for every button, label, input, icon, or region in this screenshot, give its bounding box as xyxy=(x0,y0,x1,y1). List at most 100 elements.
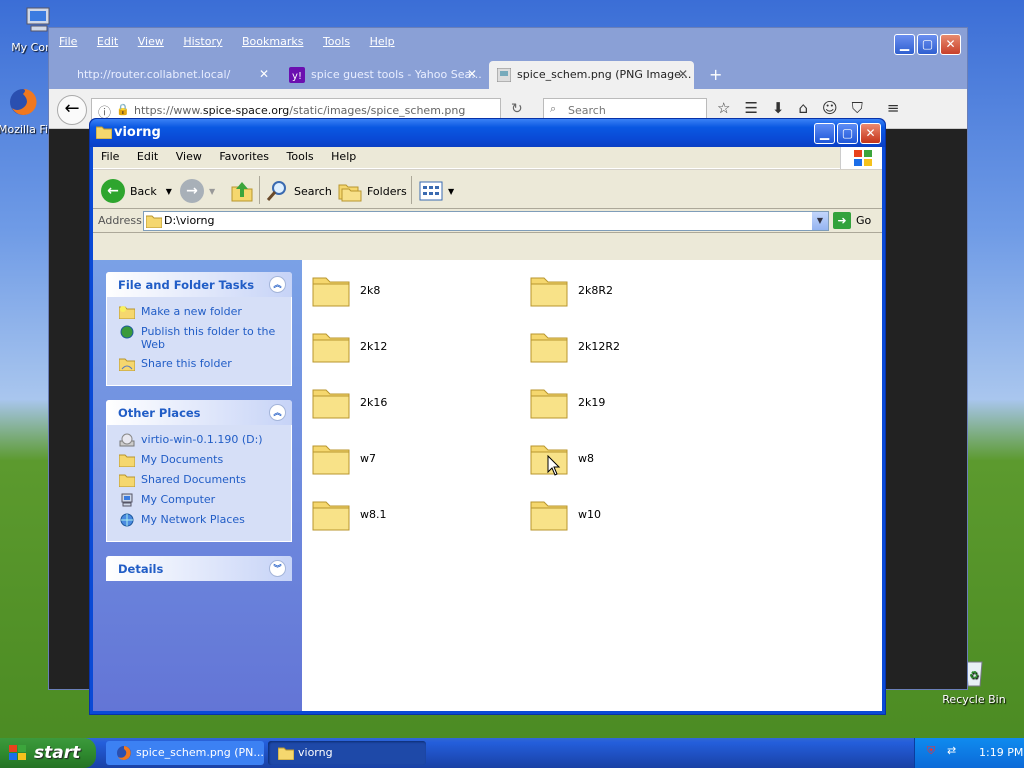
hamburger-menu-icon[interactable]: ≡ xyxy=(887,99,900,117)
bookmark-star-icon[interactable]: ☆ xyxy=(717,99,730,117)
panel-header[interactable]: Other Places ︽ xyxy=(106,400,292,425)
firefox-icon xyxy=(10,88,37,115)
maximize-button[interactable]: ▢ xyxy=(917,34,938,55)
collapse-chevron-icon[interactable]: ︽ xyxy=(269,404,286,421)
start-button[interactable]: start xyxy=(0,738,96,768)
menu-file[interactable]: File xyxy=(59,35,77,48)
menu-view[interactable]: View xyxy=(138,35,164,48)
documents-folder-icon xyxy=(119,454,135,467)
menu-view[interactable]: View xyxy=(176,150,202,163)
taskbar-button-viorng[interactable]: viorng xyxy=(268,741,426,765)
task-label: Share this folder xyxy=(141,357,232,370)
folder-icon xyxy=(530,277,568,307)
forward-button[interactable]: → ▼ xyxy=(180,178,215,204)
reading-list-icon[interactable]: ☰ xyxy=(744,99,757,117)
folder-item[interactable]: w8.1 xyxy=(312,496,387,532)
tab-close-icon[interactable]: ✕ xyxy=(259,67,269,81)
tab-router[interactable]: http://router.collabnet.local/ ✕ xyxy=(49,61,275,89)
folder-icon xyxy=(146,215,162,228)
reload-icon[interactable]: ↻ xyxy=(511,101,523,117)
folder-item[interactable]: w10 xyxy=(530,496,601,532)
close-button[interactable]: ✕ xyxy=(860,123,881,144)
smiley-icon[interactable]: ☺ xyxy=(822,99,838,117)
place-my-computer[interactable]: My Computer xyxy=(119,493,283,507)
search-placeholder: Search xyxy=(568,104,606,117)
address-input[interactable]: D:\viorng ▼ xyxy=(143,211,829,231)
menu-help[interactable]: Help xyxy=(370,35,395,48)
chevron-down-icon[interactable]: ▼ xyxy=(812,212,828,230)
back-arrow-icon[interactable]: ← xyxy=(57,95,87,125)
pocket-icon[interactable]: ⛉ xyxy=(852,99,863,117)
task-share-folder[interactable]: Share this folder xyxy=(119,357,283,371)
folder-item[interactable]: 2k12R2 xyxy=(530,328,620,364)
collapse-chevron-icon[interactable]: ︽ xyxy=(269,276,286,293)
menu-edit[interactable]: Edit xyxy=(97,35,118,48)
place-virtio-drive[interactable]: virtio-win-0.1.190 (D:) xyxy=(119,433,283,447)
menu-history[interactable]: History xyxy=(183,35,222,48)
lock-icon: 🔒 xyxy=(116,103,130,116)
folder-icon xyxy=(530,389,568,419)
place-my-network-places[interactable]: My Network Places xyxy=(119,513,283,527)
network-tray-icon[interactable]: ⇄ xyxy=(947,744,956,757)
taskbar-button-firefox[interactable]: spice_schem.png (PN... xyxy=(106,741,264,765)
new-tab-button[interactable]: + xyxy=(709,65,722,84)
search-button[interactable]: Search xyxy=(265,178,332,204)
menu-tools[interactable]: Tools xyxy=(287,150,314,163)
url-domain: spice-space.org xyxy=(202,104,290,117)
chevron-down-icon[interactable]: ▼ xyxy=(166,187,172,196)
explorer-titlebar[interactable]: viorng ▁ ▢ ✕ xyxy=(90,119,885,147)
folder-item[interactable]: 2k8R2 xyxy=(530,272,613,308)
system-tray: ⛨ ⇄ 1:19 PM xyxy=(914,738,1024,768)
place-shared-documents[interactable]: Shared Documents xyxy=(119,473,283,487)
folder-label: w7 xyxy=(360,451,376,465)
tab-close-icon[interactable]: ✕ xyxy=(678,67,688,81)
folder-label: 2k8R2 xyxy=(578,283,614,297)
place-my-documents[interactable]: My Documents xyxy=(119,453,283,467)
windows-logo-icon xyxy=(9,745,26,760)
folders-button[interactable]: Folders xyxy=(338,178,407,204)
folder-label: 2k12R2 xyxy=(578,339,621,353)
folder-item[interactable]: 2k12 xyxy=(312,328,387,364)
folder-item[interactable]: w7 xyxy=(312,440,376,476)
download-icon[interactable]: ⬇ xyxy=(772,99,785,117)
menu-edit[interactable]: Edit xyxy=(137,150,158,163)
panel-header[interactable]: File and Folder Tasks ︽ xyxy=(106,272,292,297)
tab-spice-schem[interactable]: spice_schem.png (PNG Image... ✕ xyxy=(489,61,694,89)
menu-file[interactable]: File xyxy=(101,150,119,163)
panel-header[interactable]: Details ︾ xyxy=(106,556,292,581)
folder-icon xyxy=(312,445,350,475)
folder-item[interactable]: w8 xyxy=(530,440,594,476)
folder-item[interactable]: 2k16 xyxy=(312,384,387,420)
url-prefix: https://www. xyxy=(134,104,203,117)
views-button[interactable]: ▼ xyxy=(419,178,454,204)
menu-bookmarks[interactable]: Bookmarks xyxy=(242,35,303,48)
tab-yahoo-search[interactable]: y! spice guest tools - Yahoo Sea... ✕ xyxy=(283,61,483,89)
go-button[interactable]: ➜ Go xyxy=(833,212,871,229)
expand-chevron-icon[interactable]: ︾ xyxy=(269,560,286,577)
tab-close-icon[interactable]: ✕ xyxy=(467,67,477,81)
folder-item[interactable]: 2k8 xyxy=(312,272,380,308)
start-label: start xyxy=(34,743,81,763)
minimize-button[interactable]: ▁ xyxy=(894,34,915,55)
clock[interactable]: 1:19 PM xyxy=(979,746,1023,759)
explorer-window: viorng ▁ ▢ ✕ File Edit View Favorites To… xyxy=(89,118,886,715)
menu-tools[interactable]: Tools xyxy=(323,35,350,48)
home-icon[interactable]: ⌂ xyxy=(798,99,808,117)
task-publish-folder[interactable]: Publish this folder to the Web xyxy=(119,325,283,351)
window-title: viorng xyxy=(114,125,161,140)
minimize-button[interactable]: ▁ xyxy=(814,123,835,144)
task-label: Publish this folder to the Web xyxy=(141,325,276,351)
security-shield-icon[interactable]: ⛨ xyxy=(927,744,935,758)
folder-icon xyxy=(312,501,350,531)
menu-help[interactable]: Help xyxy=(331,150,356,163)
place-label: Shared Documents xyxy=(141,473,246,486)
close-button[interactable]: ✕ xyxy=(940,34,961,55)
maximize-button[interactable]: ▢ xyxy=(837,123,858,144)
task-make-new-folder[interactable]: Make a new folder xyxy=(119,305,283,319)
search-icon xyxy=(266,181,286,201)
up-folder-button[interactable] xyxy=(230,178,254,204)
back-button[interactable]: ← Back ▼ xyxy=(101,178,172,204)
menu-favorites[interactable]: Favorites xyxy=(219,150,269,163)
folder-item[interactable]: 2k19 xyxy=(530,384,605,420)
folder-label: 2k12 xyxy=(360,339,388,353)
